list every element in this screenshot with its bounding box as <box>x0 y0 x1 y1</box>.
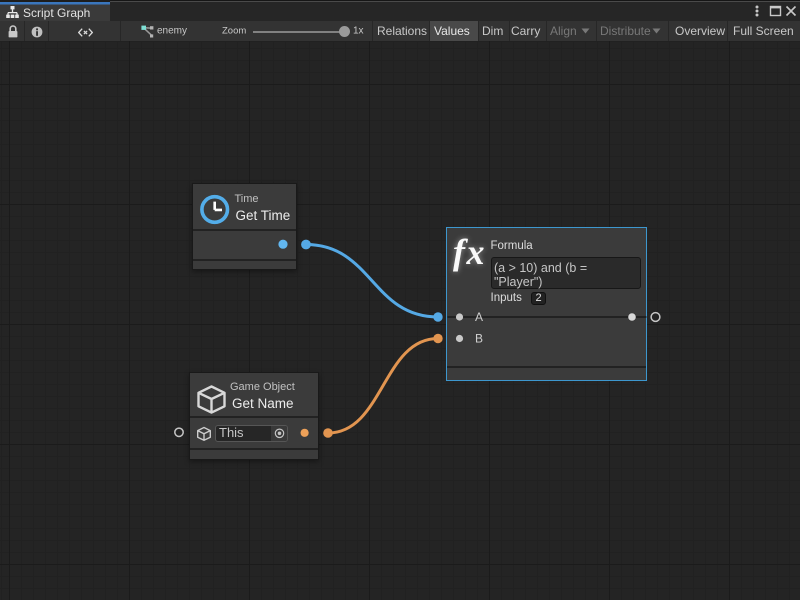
svg-text:B: B <box>475 332 483 346</box>
svg-text:A: A <box>475 310 483 324</box>
